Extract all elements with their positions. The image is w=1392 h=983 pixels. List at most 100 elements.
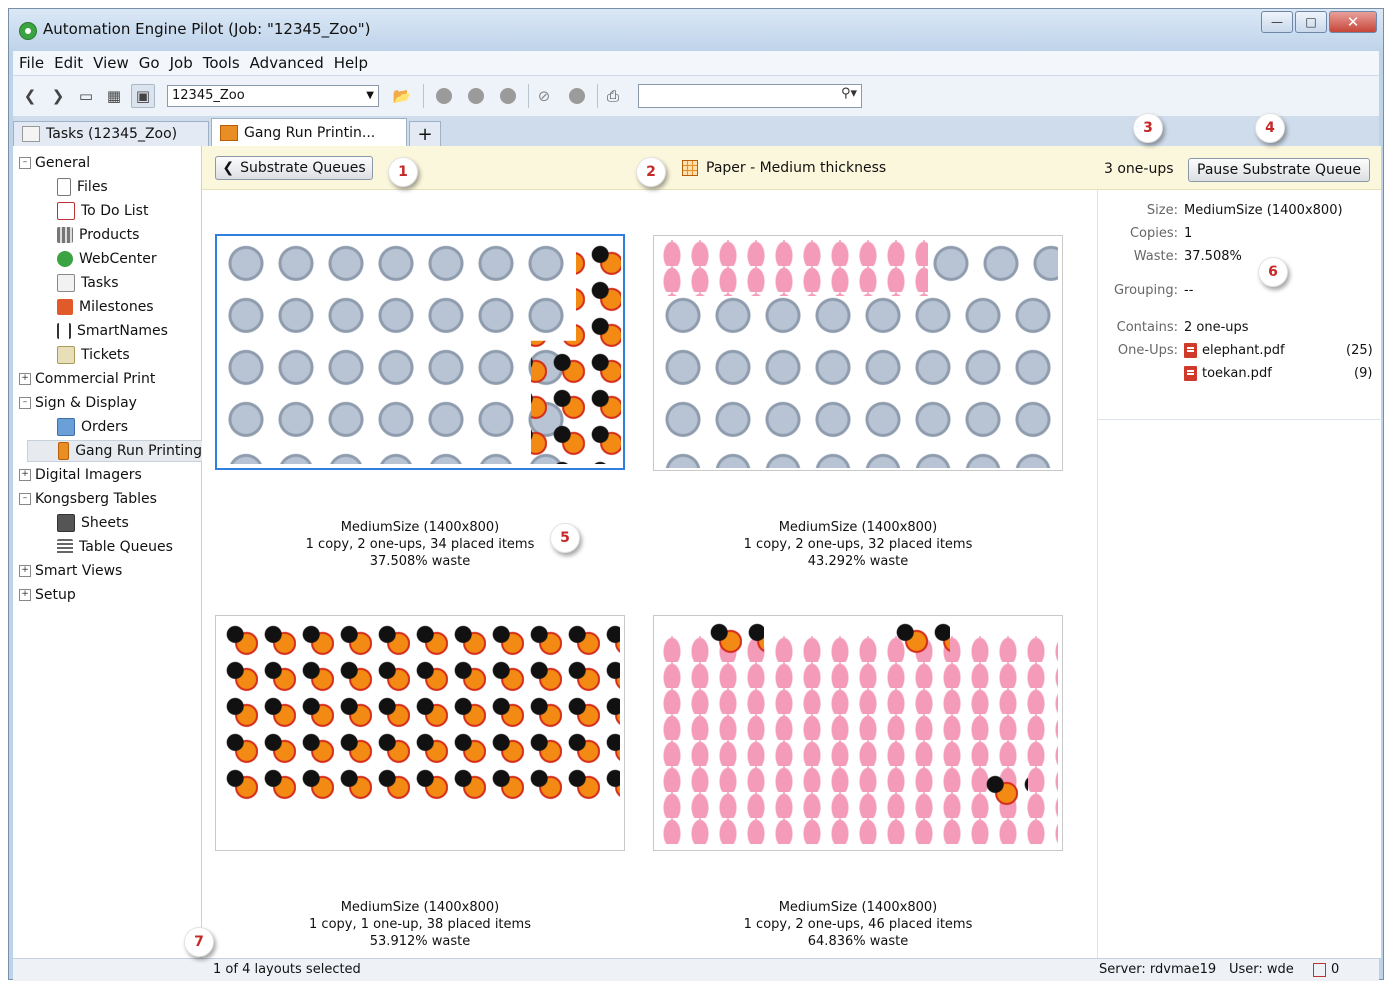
print-icon[interactable]: ⎙ (602, 85, 624, 107)
tree-general[interactable]: – General (19, 152, 90, 174)
open-folder-icon[interactable]: 📂 (391, 85, 413, 107)
layout-caption-4: MediumSize (1400x800) 1 copy, 2 one-ups,… (653, 899, 1063, 950)
menu-view[interactable]: View (93, 54, 129, 72)
tree-gang-run[interactable]: Gang Run Printing (27, 440, 203, 462)
contains-value: 2 one-ups (1184, 320, 1249, 335)
tab-gang-run[interactable]: Gang Run Printin... (211, 118, 407, 146)
oneup-file-count: (9) (1354, 366, 1373, 381)
tree-orders[interactable]: Orders (57, 416, 128, 438)
size-label: Size: (1146, 203, 1178, 218)
selection-status: 1 of 4 layouts selected (213, 962, 361, 977)
restart-task-icon[interactable] (500, 88, 516, 104)
layout-details: 1 copy, 2 one-ups, 32 placed items (743, 537, 973, 552)
waste-label: Waste: (1133, 249, 1178, 264)
tree-setup-label: Setup (35, 587, 76, 603)
info-panel-empty-area (1097, 419, 1382, 958)
menu-advanced[interactable]: Advanced (250, 54, 324, 72)
tree-milestones-label: Milestones (79, 299, 154, 315)
menu-file[interactable]: File (19, 54, 44, 72)
chevron-down-icon: ▼ (366, 90, 374, 101)
substrate-queues-button[interactable]: ❮ Substrate Queues (215, 156, 373, 180)
close-icon[interactable]: ✕ (1329, 11, 1377, 33)
collapse-icon[interactable]: – (19, 157, 31, 169)
file-icon (57, 178, 71, 196)
layout-card-3[interactable] (215, 615, 625, 851)
oneup-file-elephant[interactable]: elephant.pdf (1184, 343, 1285, 358)
minimize-icon[interactable]: — (1261, 11, 1293, 33)
tree-milestones[interactable]: Milestones (57, 296, 154, 318)
resume-task-icon[interactable] (468, 88, 484, 104)
back-icon[interactable]: ❮ (19, 85, 41, 107)
oneups-count: 3 one-ups (1104, 161, 1174, 177)
layout-size: MediumSize (1400x800) (778, 900, 938, 915)
search-icon[interactable]: ⚲▾ (841, 86, 857, 101)
smartnames-icon (57, 323, 71, 339)
pause-task-icon[interactable] (436, 88, 452, 104)
tree-webcenter-label: WebCenter (79, 251, 157, 267)
menu-go[interactable]: Go (139, 54, 160, 72)
orders-icon (57, 418, 75, 436)
add-tab-button[interactable]: + (409, 121, 441, 146)
tree-orders-label: Orders (81, 419, 129, 435)
panel-view-icon[interactable]: ▣ (131, 84, 155, 108)
tree-products[interactable]: Products (57, 224, 139, 246)
remove-task-icon[interactable] (569, 88, 585, 104)
menu-edit[interactable]: Edit (54, 54, 83, 72)
layout-info-panel: Size: MediumSize (1400x800) Copies: 1 Wa… (1097, 189, 1382, 420)
collapse-icon[interactable]: – (19, 397, 31, 409)
tree-commercial-print[interactable]: + Commercial Print (19, 368, 155, 390)
tree-sign-display[interactable]: – Sign & Display (19, 392, 137, 414)
status-bar: 1 of 4 layouts selected Server: rdvmae19… (13, 958, 1379, 981)
pause-substrate-queue-button[interactable]: Pause Substrate Queue (1188, 158, 1370, 182)
tree-files[interactable]: Files (57, 176, 108, 198)
expand-icon[interactable]: + (19, 589, 31, 601)
tree-table-queues[interactable]: Table Queues (57, 536, 173, 558)
tree-kongsberg[interactable]: – Kongsberg Tables (19, 488, 157, 510)
expand-icon[interactable]: + (19, 469, 31, 481)
layout-card-4[interactable] (653, 615, 1063, 851)
oneup-file-toekan[interactable]: toekan.pdf (1184, 366, 1272, 381)
toolbar-separator (423, 84, 424, 108)
forward-icon[interactable]: ❯ (47, 85, 69, 107)
tab-tasks-label: Tasks (12345_Zoo) (46, 126, 178, 142)
job-selector[interactable]: 12345_Zoo ▼ (167, 85, 379, 107)
search-input[interactable]: ⚲▾ (638, 84, 862, 108)
layout-caption-2: MediumSize (1400x800) 1 copy, 2 one-ups,… (653, 519, 1063, 570)
expand-icon[interactable]: + (19, 565, 31, 577)
toucan-layout-art (220, 620, 620, 800)
expand-icon[interactable]: + (19, 373, 31, 385)
tree-sheets[interactable]: Sheets (57, 512, 129, 534)
computer-icon[interactable]: ▭ (75, 85, 97, 107)
layout-card-2[interactable] (653, 235, 1063, 471)
tab-tasks[interactable]: Tasks (12345_Zoo) (13, 121, 209, 146)
app-logo-icon (19, 22, 37, 40)
substrate-title: Paper - Medium thickness (682, 160, 886, 176)
layout-waste: 53.912% waste (369, 934, 471, 949)
maximize-icon[interactable]: □ (1295, 11, 1327, 33)
abort-icon[interactable]: ⊘ (533, 85, 555, 107)
tree-setup[interactable]: + Setup (19, 584, 76, 606)
tree-tickets[interactable]: Tickets (57, 344, 130, 366)
tree-sheets-label: Sheets (81, 515, 129, 531)
pdf-icon (1184, 343, 1197, 358)
size-value: MediumSize (1400x800) (1184, 203, 1343, 218)
tree-tasks[interactable]: Tasks (57, 272, 119, 294)
webcenter-icon (57, 251, 73, 267)
layout-card-1[interactable] (215, 234, 625, 470)
menu-job[interactable]: Job (170, 54, 193, 72)
tree-webcenter[interactable]: WebCenter (57, 248, 157, 270)
tree-files-label: Files (77, 179, 108, 195)
tree-smart-views[interactable]: + Smart Views (19, 560, 122, 582)
menu-tools[interactable]: Tools (203, 54, 240, 72)
menu-help[interactable]: Help (334, 54, 368, 72)
job-selector-value: 12345_Zoo (172, 88, 245, 103)
table-queues-icon (57, 539, 73, 555)
callout-7: 7 (184, 927, 214, 957)
grid-view-icon[interactable]: ▦ (103, 85, 125, 107)
todo-status[interactable]: 0 (1313, 962, 1339, 977)
tree-smartnames[interactable]: SmartNames (57, 320, 168, 342)
tree-todo[interactable]: To Do List (57, 200, 148, 222)
collapse-icon[interactable]: – (19, 493, 31, 505)
tree-digital-imagers[interactable]: + Digital Imagers (19, 464, 142, 486)
window-controls: — □ ✕ (1261, 11, 1377, 33)
